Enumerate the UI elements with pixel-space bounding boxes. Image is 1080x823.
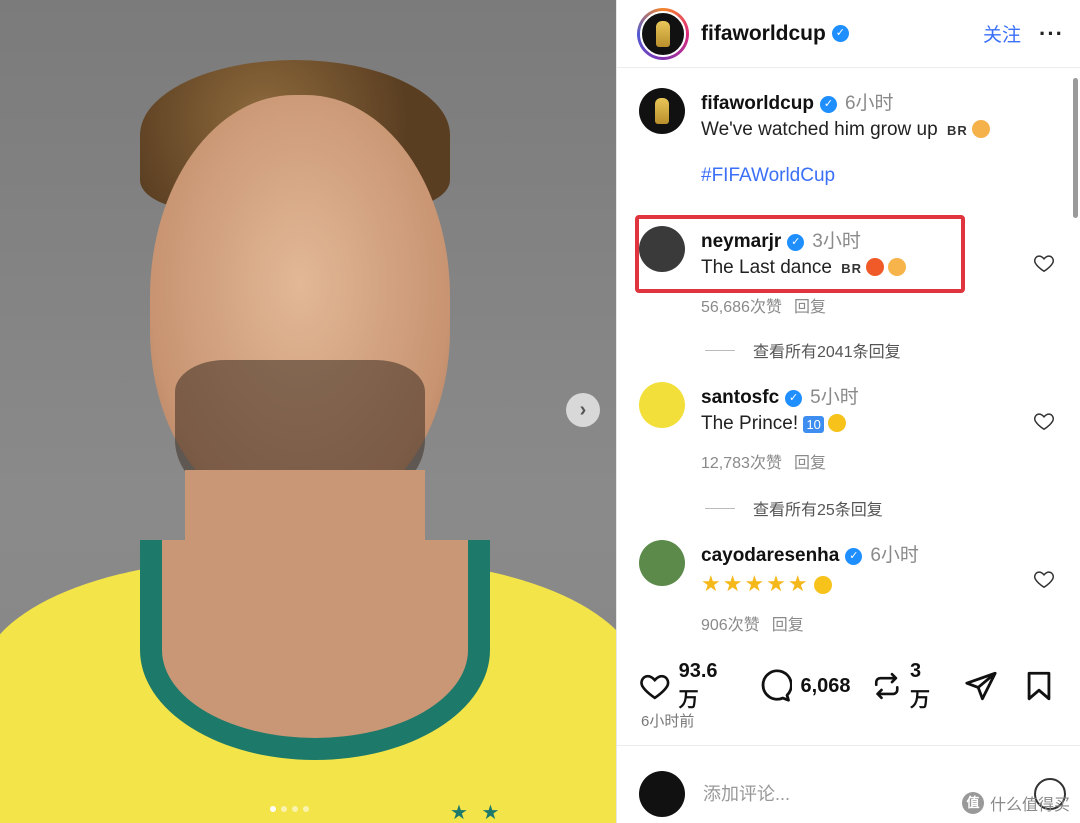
carousel-next-button[interactable]: › [566, 393, 600, 427]
hashtag-link[interactable]: #FIFAWorldCup [701, 165, 1073, 187]
post-timestamp: 6小时前 [641, 713, 695, 730]
like-button[interactable]: 93.6 万 [639, 660, 738, 712]
flag-br-icon: BR [841, 261, 863, 276]
jersey-stars: ★ ★ [450, 802, 504, 823]
like-comment-heart-icon[interactable] [1033, 568, 1055, 590]
comment-item: santosfc ✓ 5小时 The Prince! 10 12,783次赞 回复 [639, 382, 1073, 473]
verified-badge-icon: ✓ [787, 234, 805, 251]
carousel-dot [303, 806, 309, 812]
carousel-dot [270, 806, 276, 812]
comments-scrollbar[interactable] [1073, 78, 1078, 218]
follow-button[interactable]: 关注 [983, 20, 1021, 47]
send-paper-plane-icon [965, 671, 997, 701]
save-button[interactable] [1022, 669, 1064, 703]
verified-badge-icon: ✓ [819, 96, 837, 113]
comment-username[interactable]: cayodaresenha [701, 545, 839, 566]
view-replies-label: 查看所有2041条回复 [753, 344, 901, 361]
ellipsis-icon[interactable]: ··· [1039, 21, 1064, 47]
carousel-dots [270, 806, 309, 812]
like-comment-heart-icon[interactable] [1033, 410, 1055, 432]
current-user-avatar[interactable] [639, 771, 685, 817]
comment-username[interactable]: santosfc [701, 387, 779, 408]
flag-br-icon: BR [946, 123, 968, 138]
comment-likes: 12,783次赞 [701, 455, 782, 472]
like-count: 93.6 万 [678, 660, 718, 711]
site-watermark: 值 什么值得买 [961, 791, 1070, 815]
comment-button[interactable]: 6,068 [758, 669, 851, 703]
commenter-avatar[interactable] [639, 382, 685, 428]
watermark-logo-icon: 值 [961, 792, 984, 814]
watermark-text: 什么值得买 [989, 797, 1070, 814]
comment-text: The Last dance [701, 257, 832, 278]
verified-badge-icon: ✓ [845, 548, 863, 565]
trophy-icon [656, 20, 670, 47]
star-emojis: ★★★★★ [701, 571, 810, 596]
comment-time: 5小时 [810, 387, 859, 408]
account-avatar[interactable] [637, 7, 689, 60]
post-photo[interactable]: ★ ★ › [0, 0, 616, 823]
post-actions-bar: 93.6 万 6,068 3 万 [639, 660, 1064, 712]
comment-count: 6,068 [800, 674, 851, 697]
post-header: fifaworldcup ✓ 关注 ··· [617, 0, 1080, 68]
caption-time: 6小时 [844, 93, 894, 114]
sun-emoji-icon [827, 414, 846, 432]
reply-button[interactable]: 回复 [794, 455, 826, 472]
comment-username[interactable]: neymarjr [701, 231, 781, 252]
heart-icon [640, 674, 670, 700]
repost-count: 3 万 [910, 660, 931, 711]
comments-list[interactable]: fifaworldcup ✓ 6小时 We've watched him grow … [617, 70, 1073, 640]
caption-text: We've watched him grow up [701, 119, 938, 140]
like-comment-heart-icon[interactable] [1033, 252, 1055, 274]
post-side-panel: fifaworldcup ✓ 关注 ··· fifaworldcup ✓ 6小时 W… [616, 0, 1080, 823]
verified-badge-icon: ✓ [785, 390, 803, 407]
trophy-icon [655, 98, 669, 124]
repost-icon [874, 672, 899, 700]
view-replies-button[interactable]: 查看所有25条回复 [705, 496, 883, 520]
reply-button[interactable]: 回复 [794, 299, 826, 316]
reply-button[interactable]: 回复 [772, 617, 804, 634]
crying-face-emoji-icon [971, 120, 990, 138]
caption-username[interactable]: fifaworldcup [701, 93, 814, 114]
comment-likes: 906次赞 [701, 617, 760, 634]
comment-likes: 56,686次赞 [701, 299, 782, 316]
account-username[interactable]: fifaworldcup [701, 22, 826, 46]
comment-item: cayodaresenha ✓ 6小时 ★★★★★ 906次赞 回复 [639, 540, 1073, 635]
repost-button[interactable]: 3 万 [871, 660, 944, 712]
commenter-avatar[interactable] [639, 540, 685, 586]
verified-badge-icon: ✓ [831, 25, 849, 42]
fire-emoji-icon [866, 258, 885, 276]
sun-emoji-icon [813, 576, 832, 594]
keycap-ten-emoji-icon: 10 [803, 416, 824, 433]
comment-input[interactable] [703, 783, 933, 805]
comment-time: 6小时 [870, 545, 919, 566]
comment-item: neymarjr ✓ 3小时 The Last dance BR 56,686次赞回… [639, 226, 1073, 317]
smiling-face-emoji-icon [888, 258, 907, 276]
comment-text: The Prince! [701, 413, 799, 434]
view-replies-button[interactable]: 查看所有2041条回复 [705, 338, 901, 362]
carousel-dot [281, 806, 287, 812]
caption-avatar[interactable] [639, 88, 685, 134]
comment-time: 3小时 [812, 231, 861, 252]
carousel-dot [292, 806, 298, 812]
photo-collar [140, 540, 490, 760]
post-caption: fifaworldcup ✓ 6小时 We've watched him grow … [639, 88, 1073, 187]
divider [617, 745, 1080, 746]
comment-bubble-icon [762, 669, 793, 702]
bookmark-icon [1027, 671, 1051, 701]
share-button[interactable] [964, 669, 1006, 703]
view-replies-label: 查看所有25条回复 [753, 502, 883, 519]
commenter-avatar[interactable] [639, 226, 685, 272]
